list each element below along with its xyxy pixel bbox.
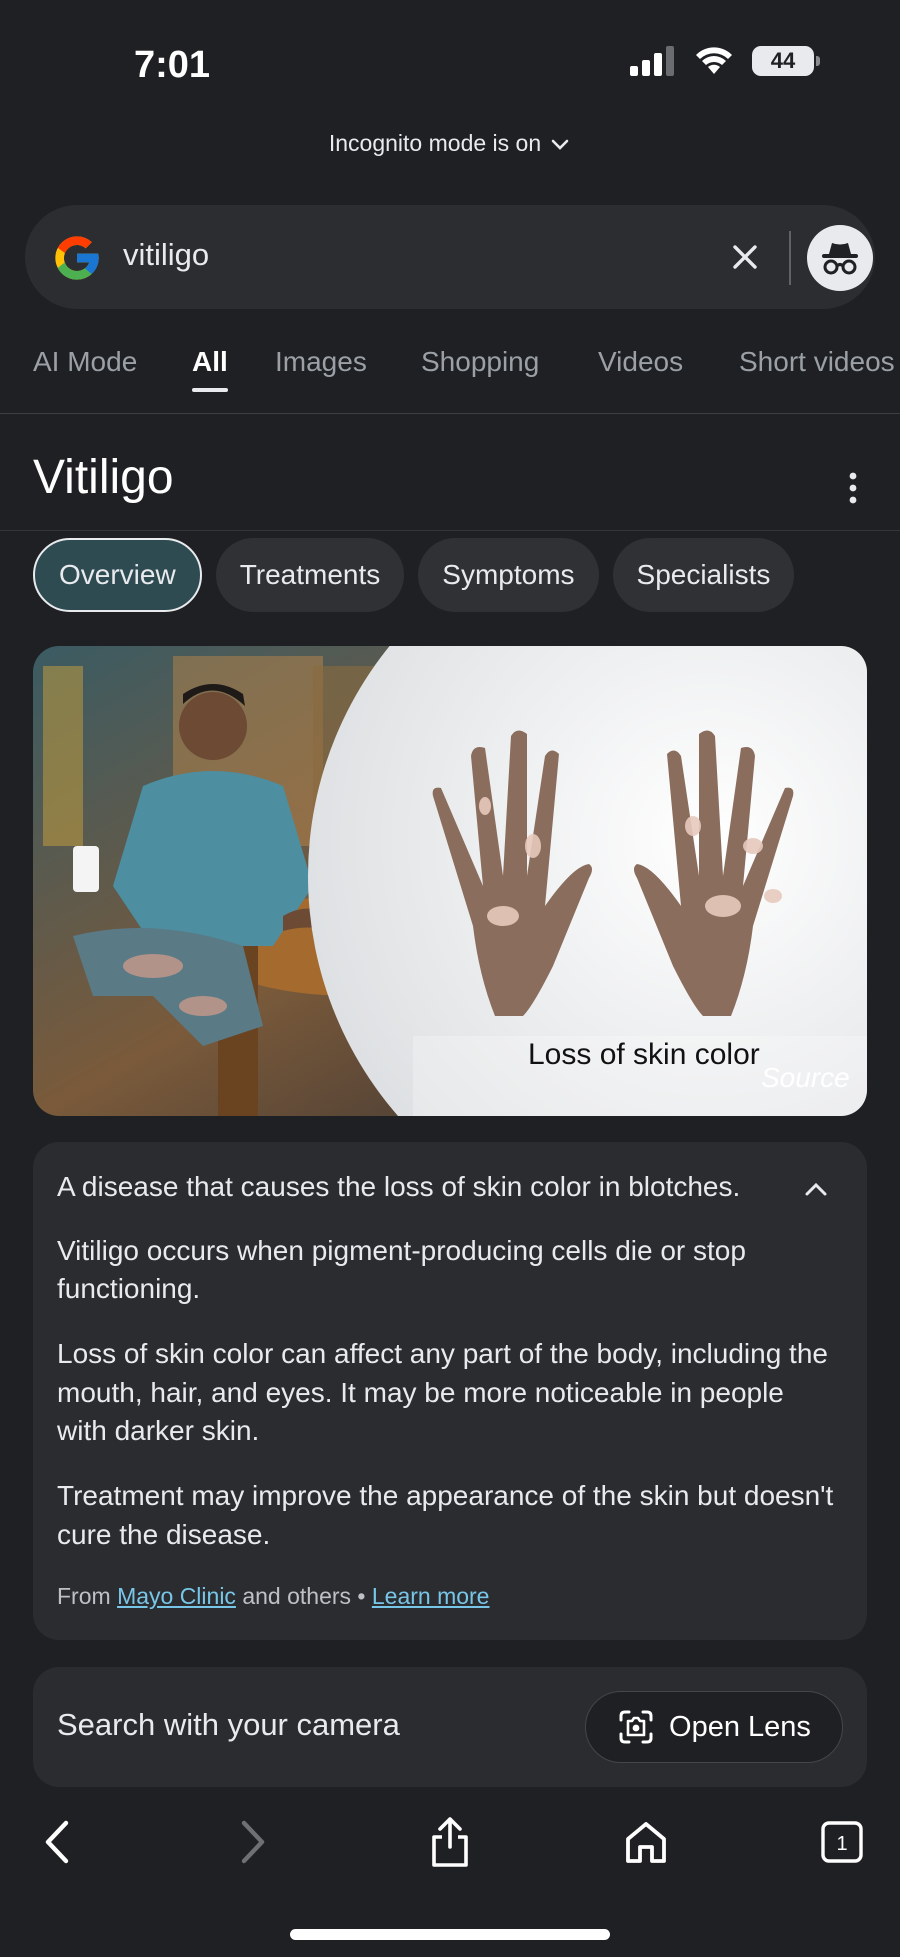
overview-paragraph: Treatment may improve the appearance of … (57, 1479, 834, 1550)
wifi-icon (696, 47, 732, 74)
share-icon (432, 1817, 468, 1867)
share-button[interactable] (420, 1812, 480, 1872)
battery-level: 44 (770, 48, 796, 73)
tab-videos[interactable]: Videos (598, 346, 683, 378)
open-lens-button[interactable]: Open Lens (585, 1691, 843, 1763)
incognito-label: Incognito mode is on (328, 130, 542, 156)
incognito-icon (822, 243, 858, 275)
search-divider (789, 231, 791, 285)
cellular-signal-icon (630, 46, 674, 76)
battery-indicator: 44 (752, 46, 820, 76)
hero-caption: Loss of skin color (528, 1038, 760, 1071)
hero-source-link[interactable]: Source (761, 1062, 850, 1094)
overview-paragraph: Vitiligo occurs when pigment-producing c… (57, 1234, 746, 1305)
home-icon (626, 1822, 666, 1863)
status-bar: 7:01 44 (0, 0, 900, 130)
search-bar[interactable]: vitiligo (25, 205, 875, 309)
incognito-avatar[interactable] (807, 225, 873, 291)
mayo-clinic-link[interactable]: Mayo Clinic (117, 1583, 236, 1609)
tab-short-videos[interactable]: Short videos (739, 346, 895, 378)
learn-more-link[interactable]: Learn more (372, 1583, 490, 1609)
forward-button[interactable] (222, 1812, 282, 1872)
overview-card: A disease that causes the loss of skin c… (33, 1142, 867, 1640)
home-indicator[interactable] (290, 1929, 610, 1940)
overview-lead: A disease that causes the loss of skin c… (57, 1171, 741, 1202)
close-icon[interactable] (725, 237, 765, 277)
hero-image[interactable]: Loss of skin color Source (33, 646, 867, 1116)
chevron-left-icon (45, 1820, 69, 1864)
lens-prompt: Search with your camera (57, 1707, 400, 1742)
overview-source: From Mayo Clinic and others • Learn more (57, 1583, 489, 1610)
tab-shopping[interactable]: Shopping (421, 346, 539, 378)
tab-images[interactable]: Images (275, 346, 367, 378)
chip-specialists[interactable]: Specialists (612, 538, 795, 612)
tabs-button[interactable]: 1 (812, 1812, 872, 1872)
search-input[interactable]: vitiligo (123, 237, 209, 273)
source-prefix: From (57, 1583, 111, 1609)
overview-paragraph: Loss of skin color can affect any part o… (57, 1338, 828, 1447)
open-lens-label: Open Lens (669, 1710, 811, 1743)
title-divider (0, 530, 900, 531)
camera-lens-icon (619, 1710, 653, 1744)
home-button[interactable] (616, 1812, 676, 1872)
google-logo-icon (55, 236, 99, 280)
incognito-banner[interactable]: Incognito mode is on (0, 130, 900, 157)
chevron-up-icon[interactable] (799, 1172, 833, 1206)
status-icons: 44 (630, 46, 820, 76)
chevron-right-icon (241, 1820, 265, 1864)
more-vert-icon[interactable] (838, 468, 868, 508)
back-button[interactable] (28, 1812, 88, 1872)
chip-symptoms[interactable]: Symptoms (418, 538, 599, 612)
status-time: 7:01 (134, 44, 211, 86)
tab-all[interactable]: All (192, 346, 228, 392)
search-tabs: AI Mode All Images Shopping Videos Short… (0, 340, 900, 414)
tab-ai-mode[interactable]: AI Mode (33, 346, 137, 378)
chevron-down-icon (551, 139, 569, 150)
source-mid: and others • (242, 1583, 366, 1609)
tab-switcher-icon: 1 (821, 1821, 863, 1863)
tabs-count: 1 (836, 1833, 847, 1855)
chip-treatments[interactable]: Treatments (215, 538, 405, 612)
lens-card: Search with your camera Open Lens (33, 1667, 867, 1787)
chip-overview[interactable]: Overview (33, 538, 202, 612)
browser-toolbar: 1 (0, 1800, 900, 1890)
entity-title: Vitiligo (33, 451, 174, 504)
topic-chips: Overview Treatments Symptoms Specialists (33, 538, 795, 614)
